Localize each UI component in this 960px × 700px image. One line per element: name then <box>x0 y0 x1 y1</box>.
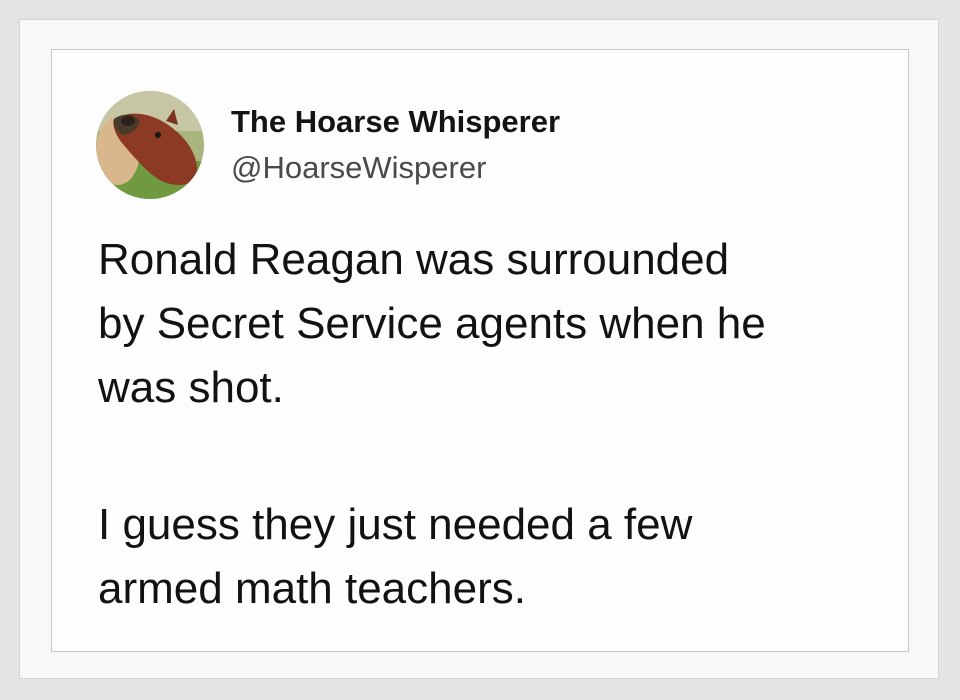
avatar[interactable] <box>96 91 204 199</box>
tweet-line: I guess they just needed a few <box>98 500 693 549</box>
author-display-name[interactable]: The Hoarse Whisperer <box>231 104 560 140</box>
tweet-line: armed math teachers. <box>98 564 526 613</box>
tweet-paragraph-1: Ronald Reagan was surrounded by Secret S… <box>98 228 888 420</box>
tweet-line: Ronald Reagan was surrounded <box>98 235 730 284</box>
tweet-paragraph-2: I guess they just needed a few armed mat… <box>98 493 888 621</box>
horse-head-avatar-icon <box>96 91 204 199</box>
screenshot-page: The Hoarse Whisperer @HoarseWisperer Ron… <box>0 0 960 700</box>
tweet-line: was shot. <box>98 363 284 412</box>
author-handle[interactable]: @HoarseWisperer <box>231 150 486 186</box>
tweet-line: by Secret Service agents when he <box>98 299 766 348</box>
